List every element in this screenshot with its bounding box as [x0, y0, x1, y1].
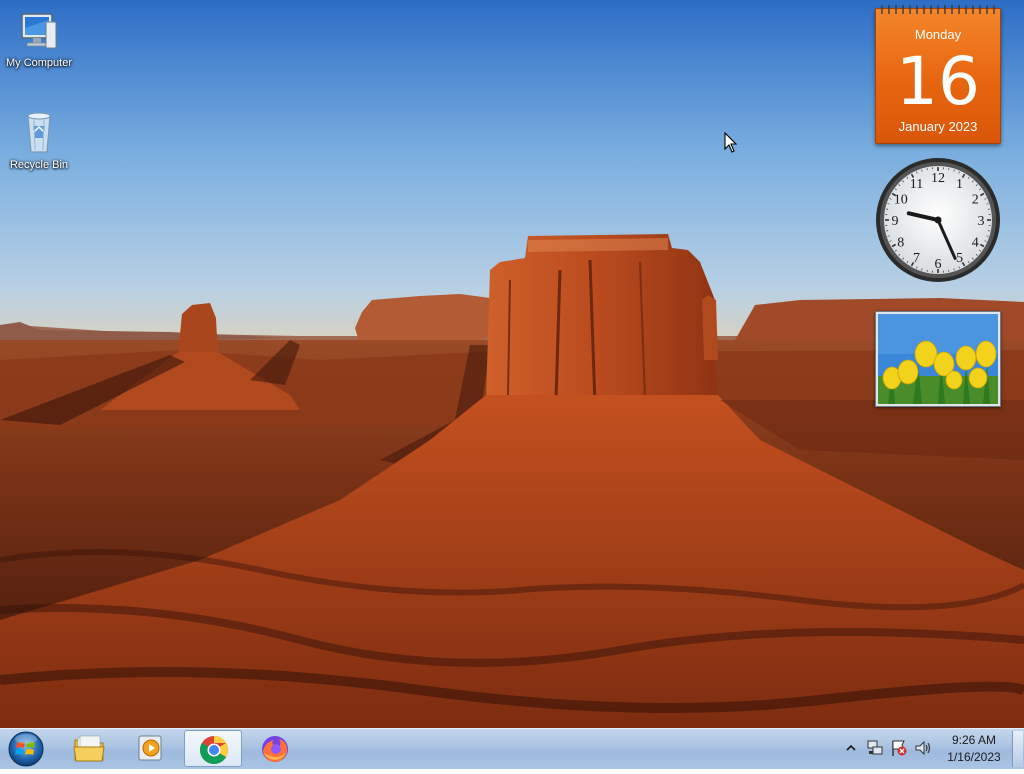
taskbar-button-chrome[interactable]	[184, 730, 242, 767]
network-icon[interactable]	[866, 739, 884, 757]
clock-numeral: 11	[910, 177, 923, 192]
media-player-icon	[135, 733, 167, 763]
chrome-icon	[198, 734, 230, 766]
clock-numeral: 8	[897, 236, 904, 251]
system-tray: 9:26 AM 1/16/2023	[838, 729, 1024, 769]
calendar-weekday: Monday	[876, 27, 1000, 42]
clock-numeral: 1	[956, 177, 963, 192]
clock-numeral: 12	[931, 171, 945, 186]
desktop-icon-label: Recycle Bin	[1, 159, 77, 172]
mouse-cursor-icon	[724, 132, 738, 154]
clock-numeral: 9	[892, 214, 899, 229]
firefox-icon	[259, 733, 291, 765]
desktop-icon-label: My Computer	[1, 57, 77, 70]
tray-clock-date[interactable]: 1/16/2023	[938, 750, 1010, 764]
folder-icon	[73, 733, 105, 763]
clock-gadget[interactable]: 121234567891011	[874, 156, 1002, 284]
calendar-date: 16	[876, 47, 1000, 117]
calendar-gadget[interactable]: Monday 16 January 2023	[875, 8, 1001, 144]
clock-numeral: 10	[894, 193, 908, 208]
desktop-icon-my-computer[interactable]: My Computer	[1, 8, 77, 70]
windows-start-orb-icon	[4, 729, 48, 769]
clock-numeral: 5	[956, 251, 963, 266]
taskbar-button-firefox[interactable]	[246, 730, 304, 767]
calendar-binding-rings	[876, 3, 1000, 15]
desktop-icon-recycle-bin[interactable]: Recycle Bin	[1, 110, 77, 172]
desktop[interactable]: My Computer Recycle Bin Monday 16 Januar…	[0, 0, 1024, 728]
calendar-month-year: January 2023	[876, 119, 1000, 134]
taskbar-button-explorer[interactable]	[60, 730, 118, 767]
clock-numeral: 3	[978, 214, 985, 229]
recycle-bin-icon	[16, 110, 62, 156]
slideshow-gadget[interactable]	[875, 311, 1001, 407]
taskbar: 9:26 AM 1/16/2023	[0, 728, 1024, 769]
clock-numeral: 7	[913, 251, 920, 266]
action-center-flag-icon[interactable]	[890, 739, 908, 757]
volume-icon[interactable]	[914, 739, 932, 757]
taskbar-button-media-player[interactable]	[122, 730, 180, 767]
clock-numeral: 2	[972, 193, 979, 208]
wallpaper-image	[0, 0, 1024, 728]
computer-icon	[16, 8, 62, 54]
tray-clock-time[interactable]: 9:26 AM	[938, 733, 1010, 747]
yellow-tulips-photo	[878, 314, 998, 404]
clock-numeral: 4	[972, 236, 979, 251]
show-desktop-button[interactable]	[1012, 731, 1023, 767]
show-hidden-icons-arrow[interactable]	[846, 743, 856, 753]
start-button[interactable]	[4, 729, 50, 769]
